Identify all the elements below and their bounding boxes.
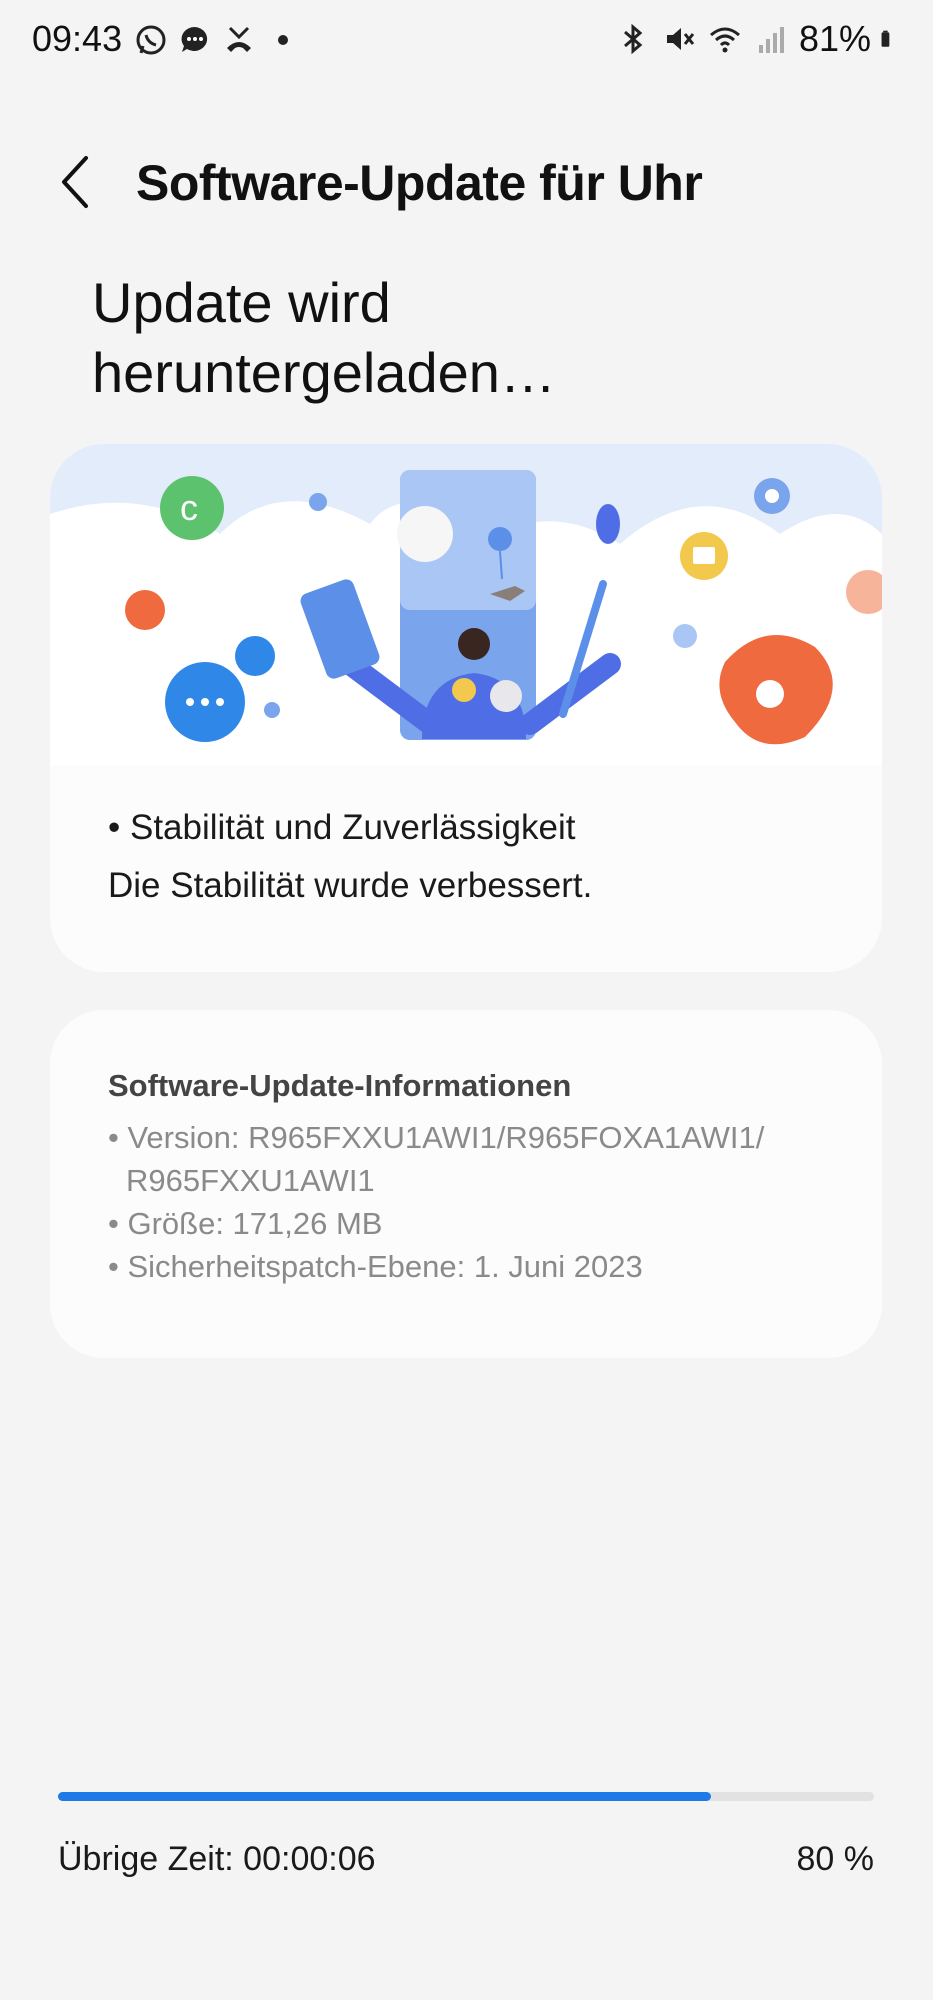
download-status-headline: Update wird heruntergeladen… bbox=[92, 271, 556, 404]
bluetooth-icon bbox=[623, 23, 643, 55]
battery-icon bbox=[881, 30, 890, 47]
chevron-left-icon bbox=[62, 156, 88, 208]
info-version: • Version: R965FXXU1AWI1/R965FOXA1AWI1/ bbox=[108, 1120, 765, 1155]
download-progress-fill bbox=[58, 1792, 711, 1801]
changelog-item: • Stabilität und Zuverlässigkeit bbox=[108, 808, 576, 847]
wifi-icon bbox=[709, 27, 740, 53]
page-title: Software-Update für Uhr bbox=[136, 155, 703, 211]
notification-icons bbox=[133, 22, 301, 58]
message-icon bbox=[181, 26, 208, 52]
info-security-patch: • Sicherheitspatch-Ebene: 1. Juni 2023 bbox=[108, 1249, 643, 1284]
download-progress-bar bbox=[58, 1792, 874, 1801]
back-button[interactable] bbox=[52, 150, 108, 214]
update-illustration: c bbox=[50, 444, 882, 766]
whatsapp-icon bbox=[136, 25, 166, 55]
signal-icon bbox=[758, 27, 784, 53]
info-version-continued: R965FXXU1AWI1 bbox=[126, 1163, 375, 1198]
svg-text:c: c bbox=[180, 487, 198, 528]
info-size: • Größe: 171,26 MB bbox=[108, 1206, 383, 1241]
changelog-card: c • Stabilität und Zuverlässigkeit Die S… bbox=[50, 444, 882, 972]
progress-percent: 80 % bbox=[796, 1840, 875, 1878]
info-list: • Version: R965FXXU1AWI1/R965FOXA1AWI1/ … bbox=[108, 1116, 764, 1288]
changelog-description: Die Stabilität wurde verbessert. bbox=[108, 866, 593, 905]
mute-icon bbox=[666, 28, 695, 50]
update-info-card: Software-Update-Informationen • Version:… bbox=[50, 1010, 882, 1358]
battery-percent: 81% bbox=[798, 18, 871, 59]
status-time: 09:43 bbox=[32, 18, 123, 59]
remaining-time: Übrige Zeit: 00:00:06 bbox=[58, 1840, 376, 1878]
dot-icon bbox=[278, 35, 288, 45]
missed-call-icon bbox=[227, 26, 251, 52]
system-status-icons: 81% bbox=[615, 18, 901, 60]
info-title: Software-Update-Informationen bbox=[108, 1068, 572, 1103]
status-bar: 09:43 81% bbox=[0, 0, 933, 84]
